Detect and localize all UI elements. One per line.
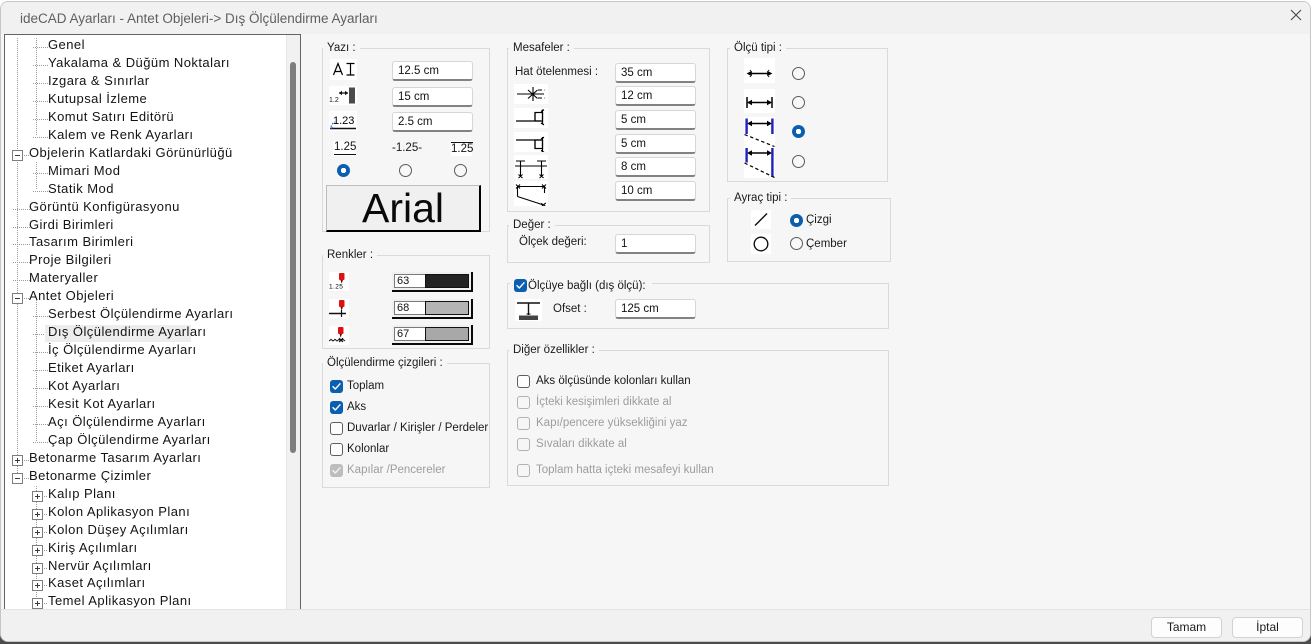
svg-text:1.25: 1.25 (329, 284, 343, 291)
svg-text:1.2: 1.2 (329, 97, 339, 104)
svg-text:1.23: 1.23 (333, 115, 354, 127)
